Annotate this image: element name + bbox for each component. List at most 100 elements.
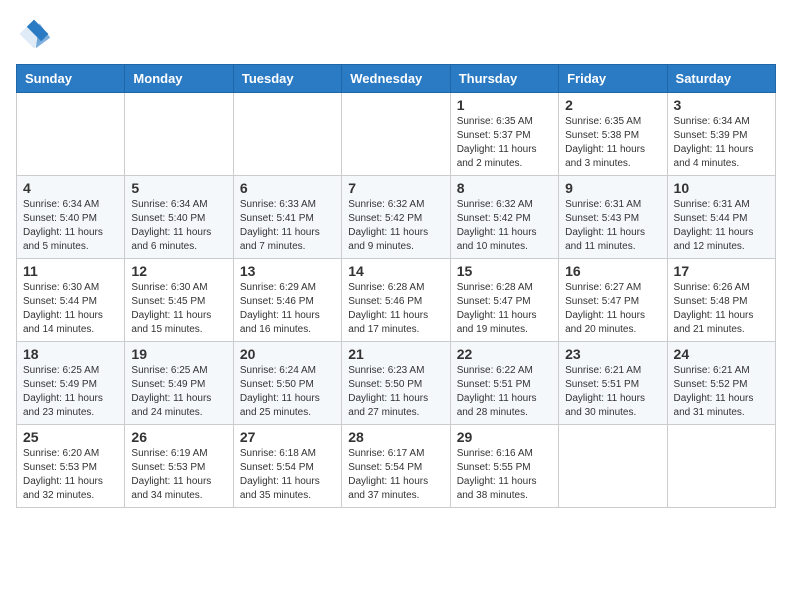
day-number: 20 — [240, 346, 335, 362]
day-info: Sunrise: 6:33 AM Sunset: 5:41 PM Dayligh… — [240, 198, 335, 254]
day-info: Sunrise: 6:26 AM Sunset: 5:48 PM Dayligh… — [674, 281, 769, 337]
day-info: Sunrise: 6:25 AM Sunset: 5:49 PM Dayligh… — [131, 364, 226, 420]
calendar-cell — [342, 93, 450, 176]
calendar-cell: 23 Sunrise: 6:21 AM Sunset: 5:51 PM Dayli… — [559, 342, 667, 425]
day-info: Sunrise: 6:28 AM Sunset: 5:47 PM Dayligh… — [457, 281, 552, 337]
calendar-week-row-5: 25 Sunrise: 6:20 AM Sunset: 5:53 PM Dayli… — [17, 425, 776, 508]
logo-icon — [16, 16, 52, 52]
calendar-cell: 19 Sunrise: 6:25 AM Sunset: 5:49 PM Dayli… — [125, 342, 233, 425]
day-info: Sunrise: 6:31 AM Sunset: 5:43 PM Dayligh… — [565, 198, 660, 254]
day-number: 23 — [565, 346, 660, 362]
calendar-cell — [667, 425, 775, 508]
day-number: 15 — [457, 263, 552, 279]
day-info: Sunrise: 6:29 AM Sunset: 5:46 PM Dayligh… — [240, 281, 335, 337]
calendar-cell: 25 Sunrise: 6:20 AM Sunset: 5:53 PM Dayli… — [17, 425, 125, 508]
calendar-cell: 5 Sunrise: 6:34 AM Sunset: 5:40 PM Daylig… — [125, 176, 233, 259]
calendar-cell: 17 Sunrise: 6:26 AM Sunset: 5:48 PM Dayli… — [667, 259, 775, 342]
weekday-header-wednesday: Wednesday — [342, 65, 450, 93]
day-info: Sunrise: 6:32 AM Sunset: 5:42 PM Dayligh… — [348, 198, 443, 254]
page-header — [16, 16, 776, 52]
day-number: 18 — [23, 346, 118, 362]
day-info: Sunrise: 6:17 AM Sunset: 5:54 PM Dayligh… — [348, 447, 443, 503]
weekday-header-tuesday: Tuesday — [233, 65, 341, 93]
calendar-cell: 20 Sunrise: 6:24 AM Sunset: 5:50 PM Dayli… — [233, 342, 341, 425]
day-number: 27 — [240, 429, 335, 445]
day-info: Sunrise: 6:31 AM Sunset: 5:44 PM Dayligh… — [674, 198, 769, 254]
day-info: Sunrise: 6:21 AM Sunset: 5:52 PM Dayligh… — [674, 364, 769, 420]
calendar-week-row-4: 18 Sunrise: 6:25 AM Sunset: 5:49 PM Dayli… — [17, 342, 776, 425]
day-info: Sunrise: 6:22 AM Sunset: 5:51 PM Dayligh… — [457, 364, 552, 420]
calendar-week-row-2: 4 Sunrise: 6:34 AM Sunset: 5:40 PM Daylig… — [17, 176, 776, 259]
weekday-header-friday: Friday — [559, 65, 667, 93]
day-number: 29 — [457, 429, 552, 445]
day-info: Sunrise: 6:24 AM Sunset: 5:50 PM Dayligh… — [240, 364, 335, 420]
logo — [16, 16, 56, 52]
day-number: 17 — [674, 263, 769, 279]
calendar-cell: 6Sunrise: 6:33 AM Sunset: 5:41 PM Daylig… — [233, 176, 341, 259]
day-number: 12 — [131, 263, 226, 279]
weekday-header-sunday: Sunday — [17, 65, 125, 93]
calendar-cell: 3Sunrise: 6:34 AM Sunset: 5:39 PM Daylig… — [667, 93, 775, 176]
calendar-cell: 9 Sunrise: 6:31 AM Sunset: 5:43 PM Daylig… — [559, 176, 667, 259]
day-number: 4 — [23, 180, 118, 196]
day-info: Sunrise: 6:34 AM Sunset: 5:39 PM Dayligh… — [674, 115, 769, 171]
calendar-cell — [17, 93, 125, 176]
day-number: 13 — [240, 263, 335, 279]
calendar-cell: 12 Sunrise: 6:30 AM Sunset: 5:45 PM Dayli… — [125, 259, 233, 342]
calendar-week-row-1: 1 Sunrise: 6:35 AM Sunset: 5:37 PM Daylig… — [17, 93, 776, 176]
day-info: Sunrise: 6:32 AM Sunset: 5:42 PM Dayligh… — [457, 198, 552, 254]
day-number: 28 — [348, 429, 443, 445]
weekday-header-row: SundayMondayTuesdayWednesdayThursdayFrid… — [17, 65, 776, 93]
calendar-cell: 26 Sunrise: 6:19 AM Sunset: 5:53 PM Dayli… — [125, 425, 233, 508]
day-number: 19 — [131, 346, 226, 362]
weekday-header-saturday: Saturday — [667, 65, 775, 93]
day-number: 16 — [565, 263, 660, 279]
day-number: 14 — [348, 263, 443, 279]
calendar-cell: 4Sunrise: 6:34 AM Sunset: 5:40 PM Daylig… — [17, 176, 125, 259]
day-info: Sunrise: 6:19 AM Sunset: 5:53 PM Dayligh… — [131, 447, 226, 503]
calendar-cell: 18 Sunrise: 6:25 AM Sunset: 5:49 PM Dayli… — [17, 342, 125, 425]
calendar-cell — [559, 425, 667, 508]
day-info: Sunrise: 6:30 AM Sunset: 5:44 PM Dayligh… — [23, 281, 118, 337]
day-number: 26 — [131, 429, 226, 445]
calendar-table: SundayMondayTuesdayWednesdayThursdayFrid… — [16, 64, 776, 508]
calendar-cell: 11 Sunrise: 6:30 AM Sunset: 5:44 PM Dayli… — [17, 259, 125, 342]
day-number: 11 — [23, 263, 118, 279]
day-info: Sunrise: 6:20 AM Sunset: 5:53 PM Dayligh… — [23, 447, 118, 503]
day-number: 22 — [457, 346, 552, 362]
day-number: 5 — [131, 180, 226, 196]
day-number: 8 — [457, 180, 552, 196]
day-info: Sunrise: 6:23 AM Sunset: 5:50 PM Dayligh… — [348, 364, 443, 420]
calendar-cell: 10Sunrise: 6:31 AM Sunset: 5:44 PM Dayli… — [667, 176, 775, 259]
calendar-cell: 13 Sunrise: 6:29 AM Sunset: 5:46 PM Dayli… — [233, 259, 341, 342]
day-info: Sunrise: 6:18 AM Sunset: 5:54 PM Dayligh… — [240, 447, 335, 503]
day-info: Sunrise: 6:34 AM Sunset: 5:40 PM Dayligh… — [131, 198, 226, 254]
day-info: Sunrise: 6:35 AM Sunset: 5:37 PM Dayligh… — [457, 115, 552, 171]
day-number: 1 — [457, 97, 552, 113]
day-info: Sunrise: 6:30 AM Sunset: 5:45 PM Dayligh… — [131, 281, 226, 337]
calendar-cell: 2 Sunrise: 6:35 AM Sunset: 5:38 PM Daylig… — [559, 93, 667, 176]
day-info: Sunrise: 6:21 AM Sunset: 5:51 PM Dayligh… — [565, 364, 660, 420]
weekday-header-thursday: Thursday — [450, 65, 558, 93]
day-info: Sunrise: 6:35 AM Sunset: 5:38 PM Dayligh… — [565, 115, 660, 171]
day-info: Sunrise: 6:16 AM Sunset: 5:55 PM Dayligh… — [457, 447, 552, 503]
calendar-cell: 1 Sunrise: 6:35 AM Sunset: 5:37 PM Daylig… — [450, 93, 558, 176]
weekday-header-monday: Monday — [125, 65, 233, 93]
day-info: Sunrise: 6:28 AM Sunset: 5:46 PM Dayligh… — [348, 281, 443, 337]
calendar-cell: 15 Sunrise: 6:28 AM Sunset: 5:47 PM Dayli… — [450, 259, 558, 342]
calendar-cell: 8 Sunrise: 6:32 AM Sunset: 5:42 PM Daylig… — [450, 176, 558, 259]
day-number: 24 — [674, 346, 769, 362]
calendar-cell: 24 Sunrise: 6:21 AM Sunset: 5:52 PM Dayli… — [667, 342, 775, 425]
day-number: 21 — [348, 346, 443, 362]
day-number: 25 — [23, 429, 118, 445]
calendar-cell — [233, 93, 341, 176]
day-number: 2 — [565, 97, 660, 113]
calendar-cell: 16 Sunrise: 6:27 AM Sunset: 5:47 PM Dayli… — [559, 259, 667, 342]
calendar-cell: 27 Sunrise: 6:18 AM Sunset: 5:54 PM Dayli… — [233, 425, 341, 508]
calendar-cell: 14 Sunrise: 6:28 AM Sunset: 5:46 PM Dayli… — [342, 259, 450, 342]
day-info: Sunrise: 6:25 AM Sunset: 5:49 PM Dayligh… — [23, 364, 118, 420]
calendar-cell — [125, 93, 233, 176]
calendar-cell: 29 Sunrise: 6:16 AM Sunset: 5:55 PM Dayli… — [450, 425, 558, 508]
day-number: 9 — [565, 180, 660, 196]
day-info: Sunrise: 6:27 AM Sunset: 5:47 PM Dayligh… — [565, 281, 660, 337]
